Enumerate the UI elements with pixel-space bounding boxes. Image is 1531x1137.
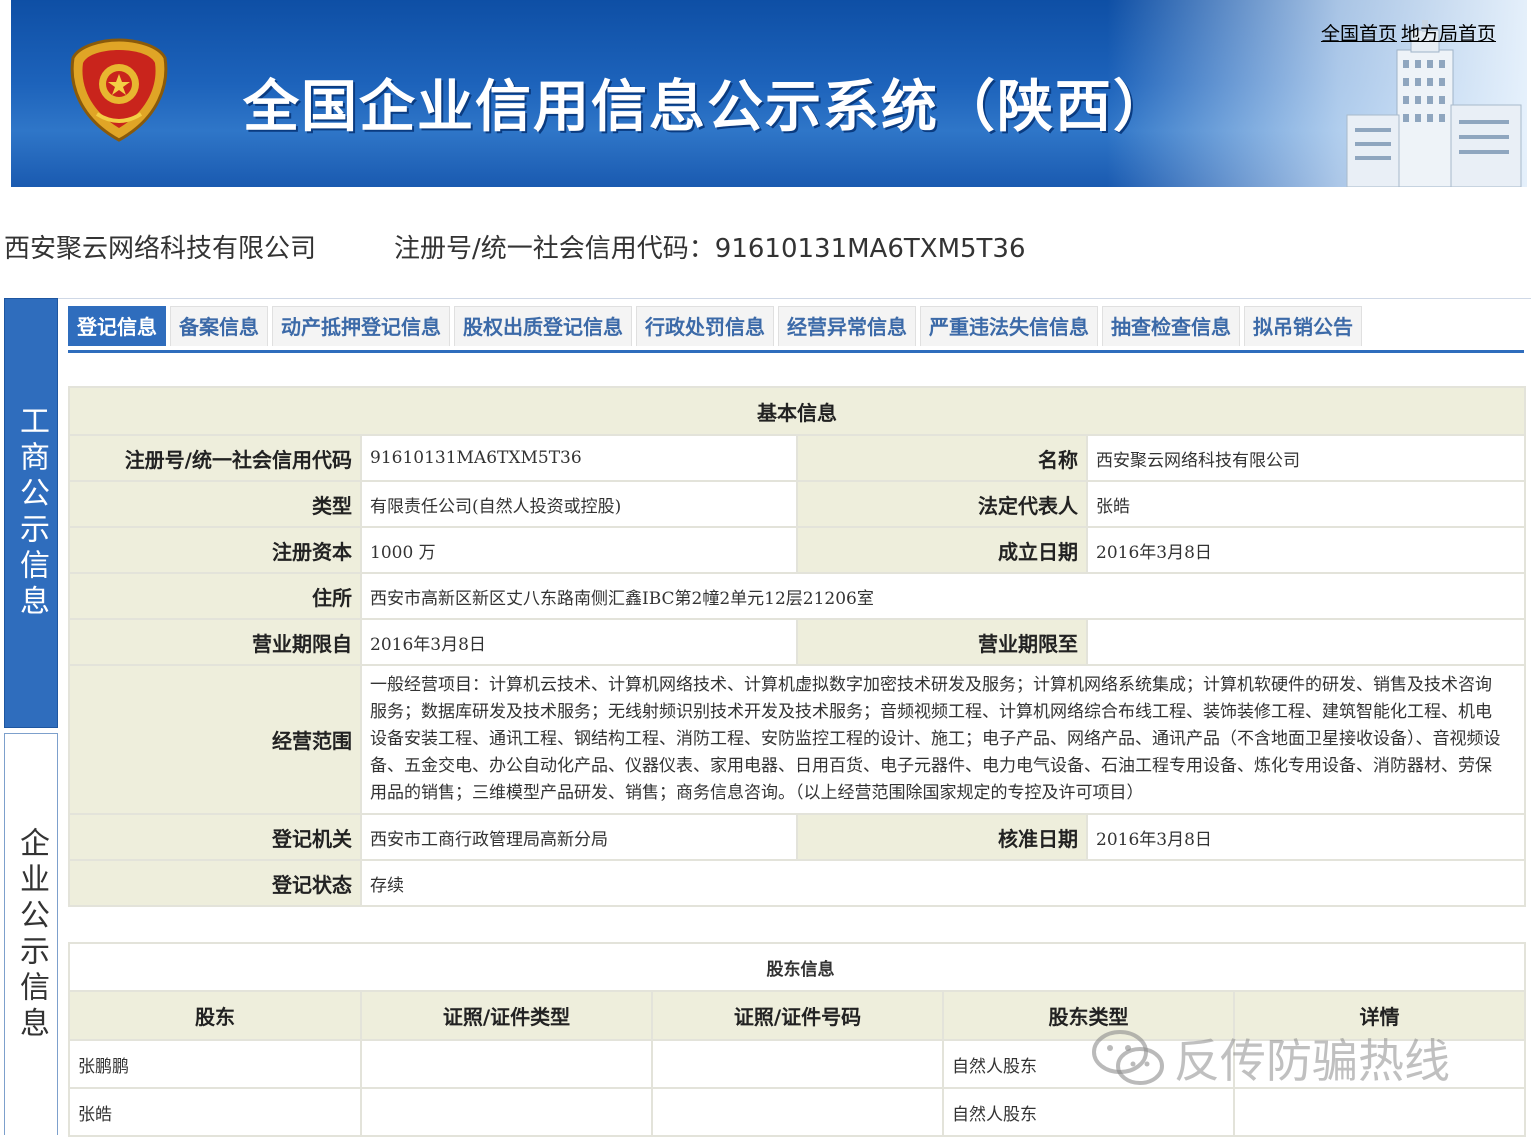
shareholder-name: 张皓 xyxy=(68,1087,362,1137)
founded-date-value: 2016年3月8日 xyxy=(1086,526,1526,574)
system-title: 全国企业信用信息公示系统（陕西） xyxy=(243,75,1171,140)
company-type-value: 有限责任公司(自然人投资或控股) xyxy=(360,480,798,528)
capital-label: 注册资本 xyxy=(68,526,362,574)
term-to-value xyxy=(1086,618,1526,666)
shareholder-name: 张鹏鹏 xyxy=(68,1039,362,1089)
col-header-shareholder-type: 股东类型 xyxy=(942,990,1235,1041)
shareholder-caption: 股东信息 xyxy=(67,942,1527,992)
tab-equity-pledge[interactable]: 股权出质登记信息 xyxy=(454,306,632,346)
tab-chattel-mortgage[interactable]: 动产抵押登记信息 xyxy=(272,306,450,346)
company-name: 西安聚云网络科技有限公司 xyxy=(4,234,317,264)
license-type xyxy=(360,1087,653,1137)
business-scope-value: 一般经营项目：计算机云技术、计算机网络技术、计算机虚拟数字加密技术研发及服务；计… xyxy=(360,664,1526,815)
registration-status-value: 存续 xyxy=(360,859,1526,907)
side-tab-enterprise-disclosure[interactable]: 企业公示信息 xyxy=(4,733,58,1135)
col-header-license-type: 证照/证件类型 xyxy=(360,990,653,1041)
company-name-value: 西安聚云网络科技有限公司 xyxy=(1086,434,1526,482)
local-bureau-home-link[interactable]: 地方局首页 xyxy=(1401,23,1496,45)
details-cell[interactable] xyxy=(1232,1039,1527,1089)
table-row: 张鹏鹏 自然人股东 xyxy=(68,1039,1527,1089)
shareholder-table: 股东信息 股东 证照/证件类型 证照/证件号码 股东类型 详情 张鹏鹏 自然人股… xyxy=(67,942,1527,1137)
address-value: 西安市高新区新区丈八东路南侧汇鑫IBC第2幢2单元12层21206室 xyxy=(360,572,1526,620)
registration-authority-label: 登记机关 xyxy=(68,813,362,861)
company-name-label: 名称 xyxy=(796,434,1088,482)
license-number xyxy=(651,1039,944,1089)
basic-info-table: 基本信息 注册号/统一社会信用代码 91610131MA6TXM5T36 名称 … xyxy=(68,386,1526,907)
approval-date-value: 2016年3月8日 xyxy=(1086,813,1526,861)
tab-registration-info[interactable]: 登记信息 xyxy=(68,306,166,346)
license-number xyxy=(651,1087,944,1137)
license-type xyxy=(360,1039,653,1089)
tab-revocation-notice[interactable]: 拟吊销公告 xyxy=(1244,306,1362,346)
tab-serious-violation[interactable]: 严重违法失信信息 xyxy=(920,306,1098,346)
shareholder-type: 自然人股东 xyxy=(942,1087,1235,1137)
tab-administrative-penalty[interactable]: 行政处罚信息 xyxy=(636,306,774,346)
business-scope-label: 经营范围 xyxy=(68,664,362,815)
side-tab-business-disclosure[interactable]: 工商公示信息 xyxy=(4,298,58,728)
registration-code: 91610131MA6TXM5T36 xyxy=(714,234,1026,264)
national-emblem-icon xyxy=(70,38,168,142)
header-links: 全国首页 地方局首页 xyxy=(1317,19,1496,46)
basic-info-caption: 基本信息 xyxy=(68,386,1526,436)
address-label: 住所 xyxy=(68,572,362,620)
registration-code-label: 注册号/统一社会信用代码： xyxy=(394,234,715,264)
national-home-link[interactable]: 全国首页 xyxy=(1321,23,1397,45)
details-cell[interactable] xyxy=(1232,1087,1527,1137)
reg-code-value: 91610131MA6TXM5T36 xyxy=(360,434,798,482)
capital-value: 1000 万 xyxy=(360,526,798,574)
legal-rep-value: 张皓 xyxy=(1086,480,1526,528)
col-header-shareholder: 股东 xyxy=(68,990,362,1041)
company-heading: 西安聚云网络科技有限公司 注册号/统一社会信用代码：91610131MA6TXM5… xyxy=(4,228,1026,265)
tab-spot-check[interactable]: 抽查检查信息 xyxy=(1102,306,1240,346)
term-to-label: 营业期限至 xyxy=(796,618,1088,666)
side-tab-enterprise-disclosure-label: 企业公示信息 xyxy=(14,826,49,1043)
approval-date-label: 核准日期 xyxy=(796,813,1088,861)
side-tab-business-disclosure-label: 工商公示信息 xyxy=(14,405,49,621)
founded-date-label: 成立日期 xyxy=(796,526,1088,574)
company-type-label: 类型 xyxy=(68,480,362,528)
tab-bar: 登记信息 备案信息 动产抵押登记信息 股权出质登记信息 行政处罚信息 经营异常信… xyxy=(68,306,1366,348)
table-row: 张皓 自然人股东 xyxy=(68,1087,1527,1137)
reg-code-label: 注册号/统一社会信用代码 xyxy=(68,434,362,482)
tab-filing-info[interactable]: 备案信息 xyxy=(170,306,268,346)
registration-authority-value: 西安市工商行政管理局高新分局 xyxy=(360,813,798,861)
legal-rep-label: 法定代表人 xyxy=(796,480,1088,528)
tab-underline xyxy=(68,350,1524,353)
tab-abnormal-operation[interactable]: 经营异常信息 xyxy=(778,306,916,346)
header-banner: 全国企业信用信息公示系统（陕西） 全国首页 地方局首页 xyxy=(11,0,1527,187)
shareholder-type: 自然人股东 xyxy=(942,1039,1235,1089)
term-from-label: 营业期限自 xyxy=(68,618,362,666)
term-from-value: 2016年3月8日 xyxy=(360,618,798,666)
registration-status-label: 登记状态 xyxy=(68,859,362,907)
col-header-license-number: 证照/证件号码 xyxy=(651,990,944,1041)
col-header-details: 详情 xyxy=(1232,990,1527,1041)
